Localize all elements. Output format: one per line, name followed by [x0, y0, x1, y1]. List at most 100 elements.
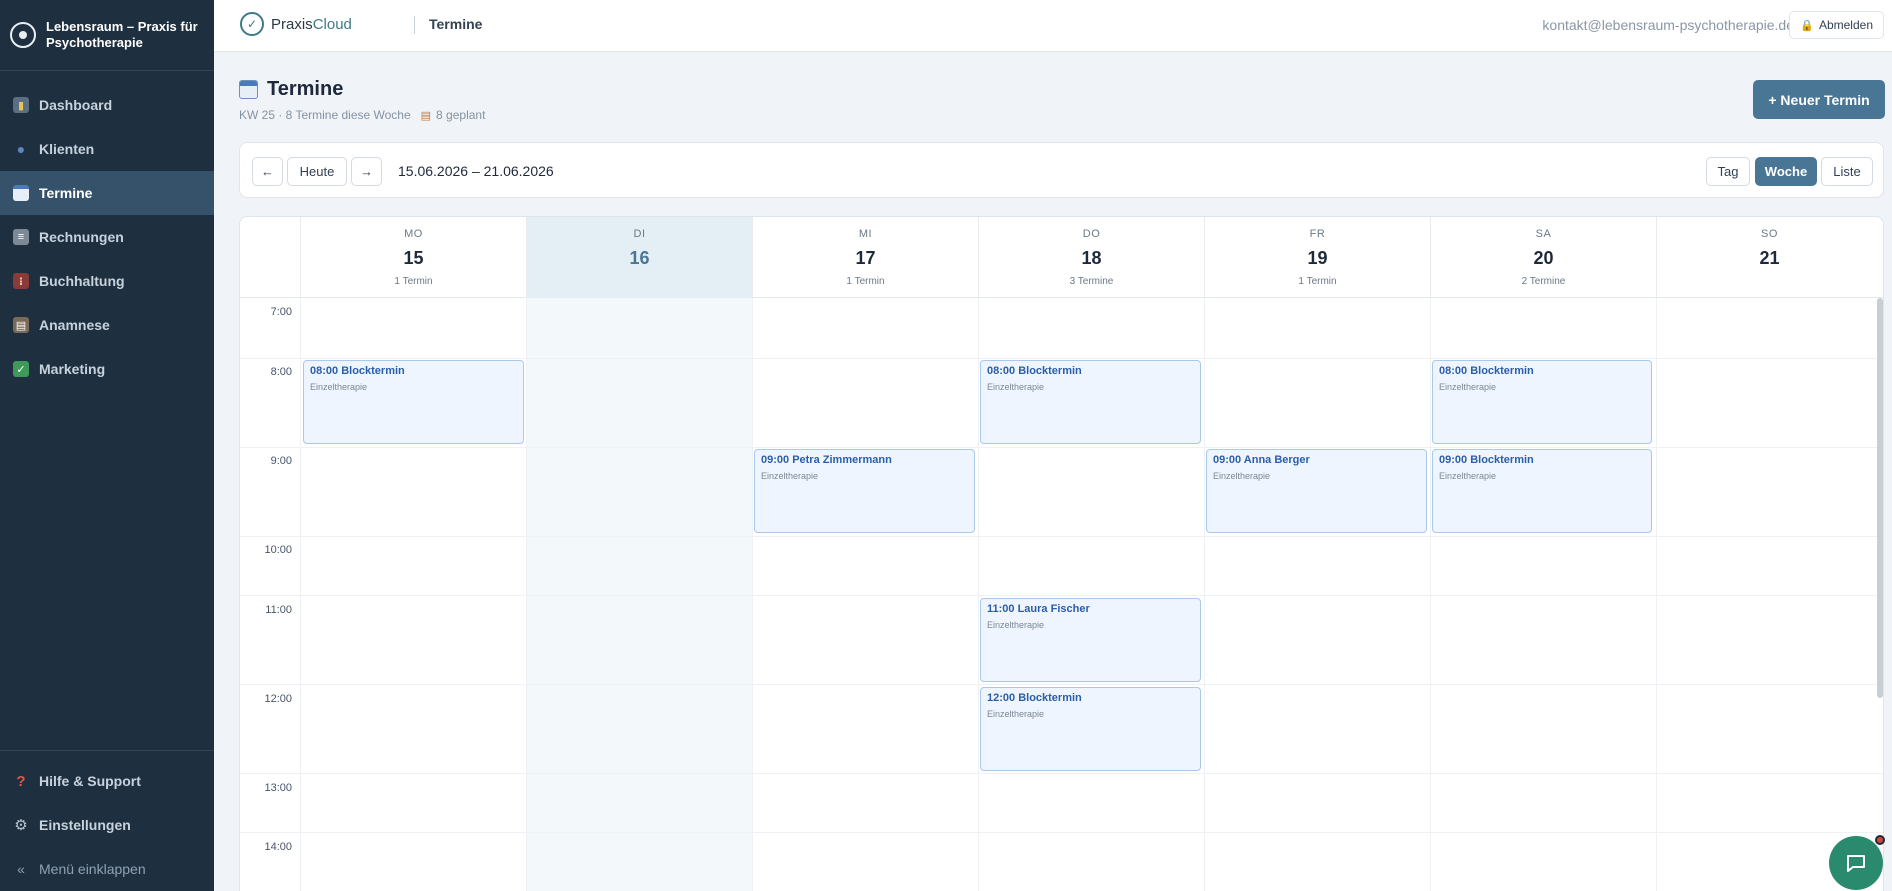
sidebar-item-buchhaltung[interactable]: ⁝ Buchhaltung: [0, 259, 214, 303]
sidebar-item-anamnese[interactable]: ▤ Anamnese: [0, 303, 214, 347]
appointment-count: 1 Termin: [394, 276, 433, 287]
hour-label: 8:00: [270, 366, 292, 378]
sidebar: Lebensraum – Praxis für Psychotherapie ▮…: [0, 0, 214, 891]
brand-name: Lebensraum – Praxis für Psychotherapie: [46, 19, 198, 50]
notification-badge: [1875, 835, 1885, 845]
event-title: 09:00 Blocktermin: [1439, 454, 1534, 466]
sidebar-item-hilfe[interactable]: ? Hilfe & Support: [0, 759, 214, 803]
day-of-week: SO: [1761, 228, 1778, 240]
praxis-logo-icon: [10, 22, 36, 48]
day-number: 16: [629, 248, 650, 268]
day-of-week: SA: [1535, 228, 1552, 240]
appointment-event[interactable]: 09:00 Petra Zimmermann Einzeltherapie: [754, 449, 975, 533]
view-week-button[interactable]: Woche: [1755, 157, 1817, 186]
separator: [414, 16, 415, 34]
calendar-toolbar: ← Heute → 15.06.2026 – 21.06.2026 Tag Wo…: [239, 142, 1884, 198]
view-list-button[interactable]: Liste: [1821, 157, 1873, 186]
hour-label: 12:00: [264, 693, 292, 705]
event-type: Einzeltherapie: [987, 620, 1045, 630]
ledger-icon: ≡: [13, 229, 29, 245]
logout-button[interactable]: 🔒 Abmelden: [1789, 11, 1884, 39]
sidebar-item-dashboard[interactable]: ▮ Dashboard: [0, 83, 214, 127]
question-icon: ?: [16, 772, 26, 790]
sidebar-item-rechnungen[interactable]: ≡ Rechnungen: [0, 215, 214, 259]
hour-line: [240, 595, 1883, 596]
appointment-event[interactable]: 09:00 Blocktermin Einzeltherapie: [1432, 449, 1652, 533]
day-number: 18: [1081, 248, 1102, 268]
event-type: Einzeltherapie: [987, 382, 1045, 392]
hour-line: [240, 447, 1883, 448]
chat-bubble-icon: [1847, 855, 1865, 872]
view-day-button[interactable]: Tag: [1706, 157, 1750, 186]
day-number: 20: [1533, 248, 1554, 268]
praxiscloud-logo[interactable]: ✓ PraxisCloud: [240, 12, 352, 36]
sidebar-item-label: Anamnese: [39, 317, 110, 333]
sidebar-bottom: ? Hilfe & Support ⚙ Einstellungen « Menü…: [0, 750, 214, 891]
hour-line: [240, 536, 1883, 537]
event-title: 11:00 Laura Fischer: [987, 603, 1090, 615]
notebook-icon: ▤: [13, 317, 29, 333]
logout-label: Abmelden: [1818, 18, 1873, 32]
sidebar-item-klienten[interactable]: ● Klienten: [0, 127, 214, 171]
page-title: Termine: [267, 78, 344, 100]
hour-line: [240, 773, 1883, 774]
sidebar-item-label: Buchhaltung: [39, 273, 125, 289]
appointment-event[interactable]: 12:00 Blocktermin Einzeltherapie: [980, 687, 1201, 771]
new-appointment-button[interactable]: + Neuer Termin: [1753, 80, 1885, 119]
sidebar-item-einstellungen[interactable]: ⚙ Einstellungen: [0, 803, 214, 847]
day-number: 21: [1759, 248, 1780, 268]
appointment-event[interactable]: 09:00 Anna Berger Einzeltherapie: [1206, 449, 1427, 533]
day-header-mi[interactable]: MI 17 1 Termin: [752, 217, 978, 298]
calendar-header: MO 15 1 Termin DI 16 MI 17 1 Termin DO 1…: [240, 217, 1883, 298]
topbar-title: Termine: [429, 16, 483, 32]
chat-button[interactable]: [1829, 836, 1883, 890]
hour-line: [240, 684, 1883, 685]
day-header-do[interactable]: DO 18 3 Termine: [978, 217, 1204, 298]
checkbox-icon: ✓: [13, 361, 29, 377]
appointment-event[interactable]: 08:00 Blocktermin Einzeltherapie: [303, 360, 524, 444]
collapse-menu-button[interactable]: « Menü einklappen: [0, 847, 214, 891]
event-type: Einzeltherapie: [1439, 471, 1497, 481]
sidebar-item-label: Dashboard: [39, 97, 113, 113]
sidebar-item-label: Menü einklappen: [39, 861, 146, 877]
time-grid[interactable]: 7:00 8:00 9:00 10:00 11:00 12:00 13:00 1…: [240, 298, 1883, 891]
appointment-event[interactable]: 08:00 Blocktermin Einzeltherapie: [1432, 360, 1652, 444]
prev-week-button[interactable]: ←: [252, 157, 283, 186]
double-chevron-left-icon: «: [17, 861, 25, 877]
week-summary: KW 25 · 8 Termine diese Woche: [239, 108, 411, 122]
hour-label: 13:00: [264, 782, 292, 794]
next-week-button[interactable]: →: [351, 157, 382, 186]
hour-label: 7:00: [270, 306, 292, 318]
brand[interactable]: Lebensraum – Praxis für Psychotherapie: [0, 0, 214, 71]
event-title: 08:00 Blocktermin: [987, 365, 1082, 377]
appointment-event[interactable]: 08:00 Blocktermin Einzeltherapie: [980, 360, 1201, 444]
appointment-count: 2 Termine: [1521, 276, 1566, 287]
hour-label: 10:00: [264, 544, 292, 556]
today-button[interactable]: Heute: [287, 157, 347, 186]
appointment-event[interactable]: 11:00 Laura Fischer Einzeltherapie: [980, 598, 1201, 682]
day-header-mo[interactable]: MO 15 1 Termin: [300, 217, 526, 298]
day-of-week: DI: [633, 228, 646, 240]
calendar-icon: [13, 185, 29, 201]
day-header-sa[interactable]: SA 20 2 Termine: [1430, 217, 1656, 298]
clipboard-icon: ▤: [420, 109, 432, 122]
page-header: Termine KW 25 · 8 Termine diese Woche ▤ …: [239, 78, 485, 122]
day-of-week: MO: [404, 228, 423, 240]
event-title: 08:00 Blocktermin: [1439, 365, 1534, 377]
sidebar-item-label: Klienten: [39, 141, 95, 157]
sidebar-item-label: Hilfe & Support: [39, 773, 141, 789]
sidebar-item-marketing[interactable]: ✓ Marketing: [0, 347, 214, 391]
event-type: Einzeltherapie: [310, 382, 368, 392]
bar-chart-icon: ▮: [13, 97, 29, 113]
lock-icon: 🔒: [1800, 19, 1814, 32]
event-type: Einzeltherapie: [761, 471, 819, 481]
hour-label: 9:00: [270, 455, 292, 467]
day-header-so[interactable]: SO 21: [1656, 217, 1882, 298]
day-of-week: FR: [1309, 228, 1326, 240]
day-header-di[interactable]: DI 16: [526, 217, 752, 298]
event-type: Einzeltherapie: [1213, 471, 1271, 481]
gear-icon: ⚙: [14, 817, 28, 834]
day-header-fr[interactable]: FR 19 1 Termin: [1204, 217, 1430, 298]
calendar-scrollbar[interactable]: [1877, 298, 1883, 698]
sidebar-item-termine[interactable]: Termine: [0, 171, 214, 215]
